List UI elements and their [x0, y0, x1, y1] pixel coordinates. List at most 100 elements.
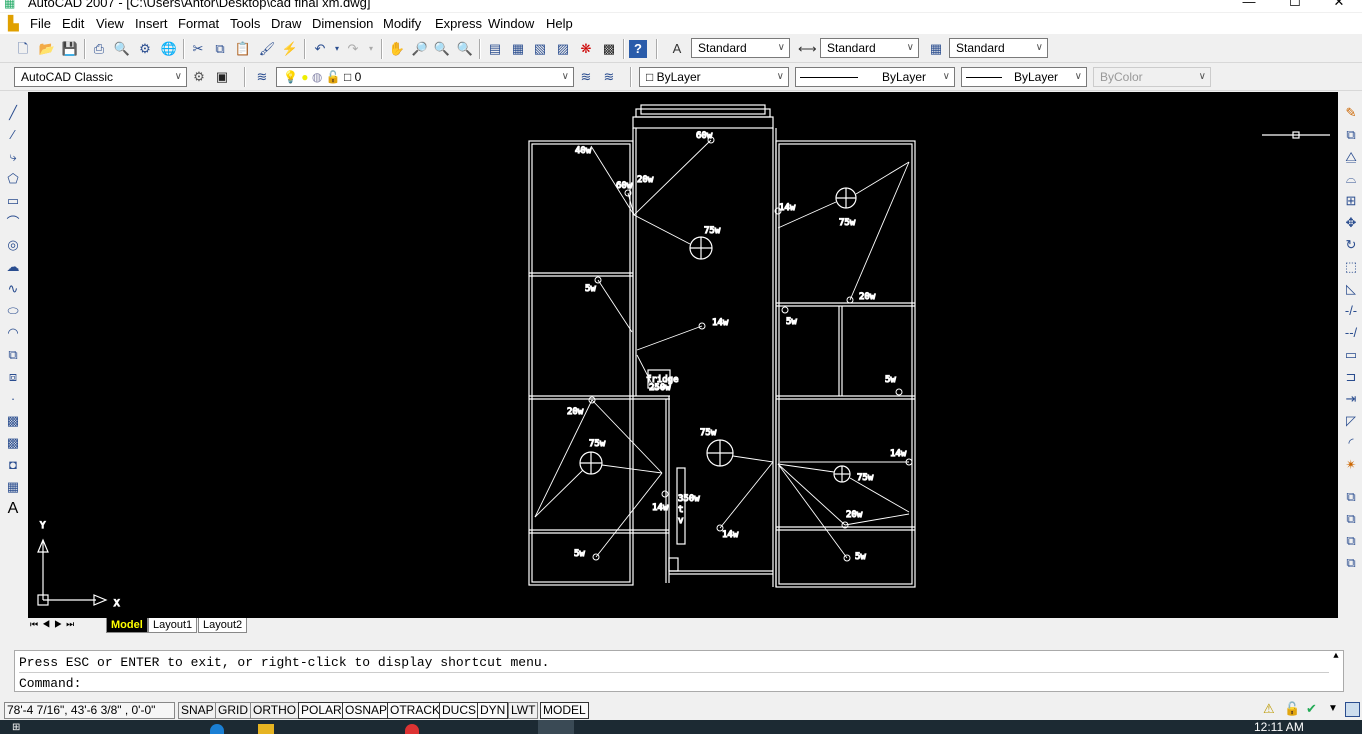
status-menu-icon[interactable]: ▼: [1328, 703, 1338, 714]
tab-layout1[interactable]: Layout1: [148, 618, 198, 633]
gradient-icon[interactable]: ▩: [4, 434, 22, 452]
line-icon[interactable]: ╱: [4, 104, 22, 122]
web-icon[interactable]: 🌐: [160, 40, 178, 58]
make-current-layer-icon[interactable]: ≋: [577, 68, 595, 86]
draw-order-under-icon[interactable]: ⧉: [1342, 554, 1360, 572]
maximize-button[interactable]: ☐: [1272, 0, 1318, 10]
layer-previous-icon[interactable]: ≋: [600, 68, 618, 86]
properties-icon[interactable]: ▤: [486, 40, 504, 58]
region-icon[interactable]: ◘: [4, 456, 22, 474]
rectangle-icon[interactable]: ▭: [4, 192, 22, 210]
multiline-text-icon[interactable]: A: [4, 500, 22, 518]
toggle-ducs[interactable]: DUCS: [439, 702, 480, 719]
command-prompt[interactable]: Command:: [19, 675, 81, 692]
calculator-icon[interactable]: ▩: [600, 40, 618, 58]
table-style-icon[interactable]: ▦: [927, 40, 945, 58]
toggle-otrack[interactable]: OTRACK: [387, 702, 444, 719]
new-icon[interactable]: 🗋: [14, 40, 32, 58]
plot-preview-icon[interactable]: 🔍: [113, 40, 131, 58]
polygon-icon[interactable]: ⬠: [4, 170, 22, 188]
make-block-icon[interactable]: ⧈: [4, 368, 22, 386]
lineweight-select[interactable]: ByLayer ∨: [961, 67, 1087, 87]
tab-model[interactable]: Model: [106, 618, 148, 633]
open-icon[interactable]: 📂: [38, 40, 56, 58]
publish-icon[interactable]: ⚙: [136, 40, 154, 58]
toggle-snap[interactable]: SNAP: [178, 702, 217, 719]
copy-object-icon[interactable]: ⧉: [1342, 126, 1360, 144]
file-explorer-icon[interactable]: [258, 724, 274, 734]
minimize-button[interactable]: —: [1226, 0, 1272, 9]
explode-icon[interactable]: ✴: [1342, 456, 1360, 474]
zoom-window-icon[interactable]: 🔍: [433, 40, 451, 58]
mirror-icon[interactable]: ⧋: [1342, 148, 1360, 166]
layer-select[interactable]: 💡 ● ◍ 🔓 □ 0 ∨: [276, 67, 574, 87]
menu-express[interactable]: Express: [435, 16, 482, 31]
table-icon[interactable]: ▦: [4, 478, 22, 496]
insert-block-icon[interactable]: ⧉: [4, 346, 22, 364]
trusted-icon[interactable]: ✔: [1306, 701, 1317, 717]
help-icon[interactable]: ?: [629, 40, 647, 58]
edge-icon[interactable]: [210, 724, 224, 734]
fillet-icon[interactable]: ◜: [1342, 434, 1360, 452]
rotate-icon[interactable]: ↻: [1342, 236, 1360, 254]
menu-edit[interactable]: Edit: [62, 16, 84, 31]
break-icon[interactable]: ⊐: [1342, 368, 1360, 386]
markup-icon[interactable]: ❋: [577, 40, 595, 58]
ellipse-icon[interactable]: ⬭: [4, 302, 22, 320]
autocad-taskbar-icon[interactable]: [538, 720, 574, 734]
redo-icon[interactable]: ↷: [344, 40, 362, 58]
toggle-polar[interactable]: POLAR: [298, 702, 345, 719]
circle-icon[interactable]: ◎: [4, 236, 22, 254]
menu-dimension[interactable]: Dimension: [312, 16, 373, 31]
menu-help[interactable]: Help: [546, 16, 573, 31]
toggle-model[interactable]: MODEL: [540, 702, 589, 719]
menu-file[interactable]: File: [30, 16, 51, 31]
break-at-point-icon[interactable]: ▭: [1342, 346, 1360, 364]
array-icon[interactable]: ⊞: [1342, 192, 1360, 210]
copy-icon[interactable]: ⧉: [211, 40, 229, 58]
toggle-dyn[interactable]: DYN: [477, 702, 509, 719]
dim-style-icon[interactable]: ⟷: [798, 40, 817, 58]
workspace-settings-icon[interactable]: ⚙: [190, 68, 208, 86]
erase-icon[interactable]: ✎: [1342, 104, 1360, 122]
text-style-select[interactable]: Standard ∨: [691, 38, 790, 58]
menu-tools[interactable]: Tools: [230, 16, 260, 31]
my-workspace-icon[interactable]: ▣: [213, 68, 231, 86]
toggle-ortho[interactable]: ORTHO: [250, 702, 300, 719]
clean-screen-icon[interactable]: [1345, 702, 1360, 717]
tab-navigation-arrows[interactable]: ⏮◀▶⏭: [30, 619, 78, 630]
construction-line-icon[interactable]: ⁄: [4, 126, 22, 144]
redo-dropdown-icon[interactable]: ▾: [362, 40, 380, 58]
polyline-icon[interactable]: ⤷: [4, 148, 22, 166]
menu-insert[interactable]: Insert: [135, 16, 168, 31]
color-select[interactable]: □ ByLayer ∨: [639, 67, 789, 87]
menu-draw[interactable]: Draw: [271, 16, 301, 31]
point-icon[interactable]: ·: [4, 390, 22, 408]
tab-layout2[interactable]: Layout2: [198, 618, 248, 633]
workspace-select[interactable]: AutoCAD Classic ∨: [14, 67, 187, 87]
toggle-osnap[interactable]: OSNAP: [342, 702, 391, 719]
pan-icon[interactable]: ✋: [388, 40, 406, 58]
layer-manager-icon[interactable]: ≋: [253, 68, 271, 86]
communication-center-icon[interactable]: ⚠: [1263, 701, 1275, 717]
sheet-set-icon[interactable]: ▨: [554, 40, 572, 58]
draw-order-above-icon[interactable]: ⧉: [1342, 532, 1360, 550]
chrome-icon[interactable]: [405, 724, 419, 734]
linetype-select[interactable]: ByLayer ∨: [795, 67, 955, 87]
zoom-realtime-icon[interactable]: 🔎: [411, 40, 429, 58]
table-style-select[interactable]: Standard ∨: [949, 38, 1048, 58]
join-icon[interactable]: ⇥: [1342, 390, 1360, 408]
text-style-icon[interactable]: A: [668, 40, 686, 58]
toolbar-lock-icon[interactable]: 🔓: [1284, 701, 1300, 717]
draw-order-front-icon[interactable]: ⧉: [1342, 488, 1360, 506]
revision-cloud-icon[interactable]: ☁: [4, 258, 22, 276]
draw-order-back-icon[interactable]: ⧉: [1342, 510, 1360, 528]
save-icon[interactable]: 💾: [61, 40, 79, 58]
dim-style-select[interactable]: Standard ∨: [820, 38, 919, 58]
spline-icon[interactable]: ∿: [4, 280, 22, 298]
trim-icon[interactable]: -/-: [1342, 302, 1360, 320]
arc-icon[interactable]: ⌒: [4, 214, 22, 232]
toggle-grid[interactable]: GRID: [215, 702, 251, 719]
move-icon[interactable]: ✥: [1342, 214, 1360, 232]
menu-format[interactable]: Format: [178, 16, 219, 31]
